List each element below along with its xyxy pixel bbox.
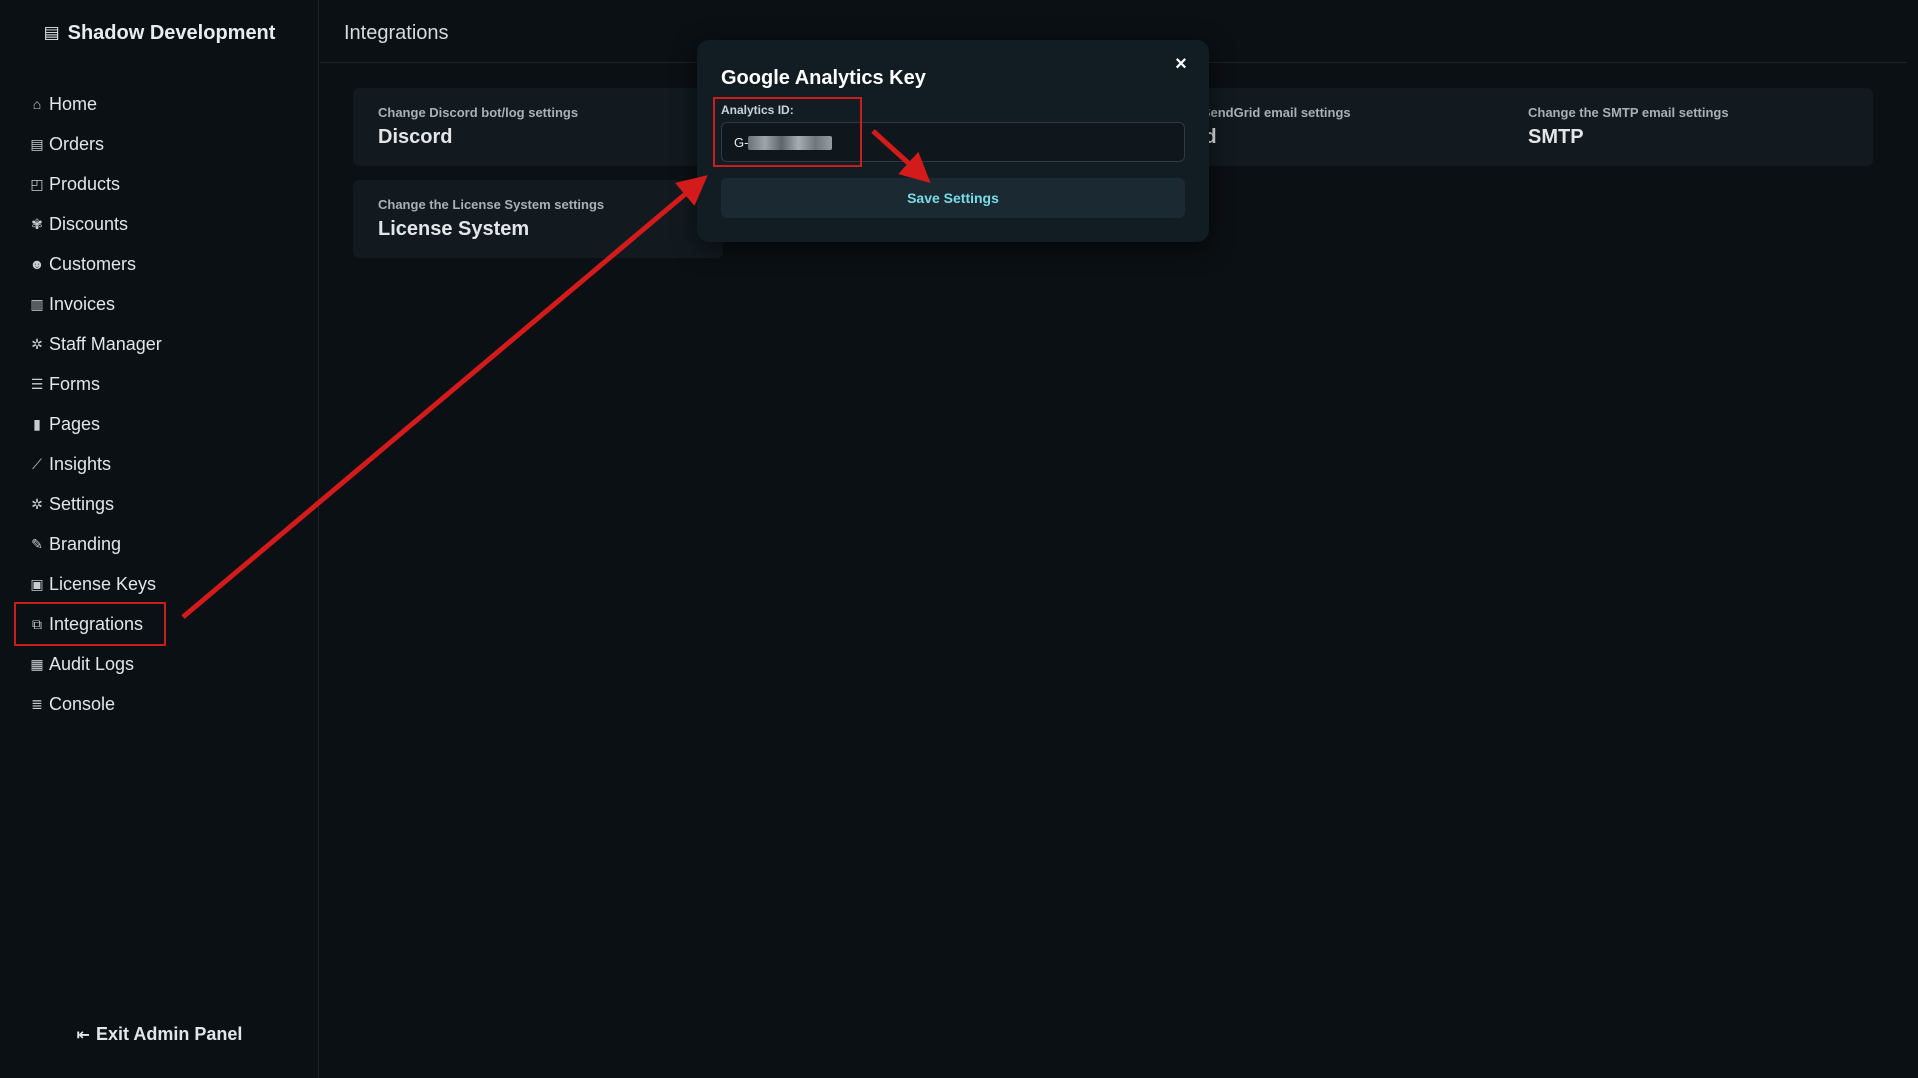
sidebar-item-branding[interactable]: ✎ Branding — [16, 524, 306, 564]
box-icon: ◰ — [30, 175, 44, 192]
id-card-icon: ▣ — [30, 575, 44, 592]
sidebar-item-home[interactable]: ⌂ Home — [16, 84, 306, 124]
form-icon: ☰ — [30, 375, 44, 392]
sidebar-item-orders[interactable]: ▤ Orders — [16, 124, 306, 164]
sidebar-item-settings[interactable]: ✲ Settings — [16, 484, 306, 524]
sidebar-item-label: Products — [49, 173, 121, 194]
sidebar-item-label: Pages — [49, 413, 101, 434]
page-icon: ▮ — [33, 415, 41, 432]
sidebar-item-forms[interactable]: ☰ Forms — [16, 364, 306, 404]
card-title: License System — [378, 218, 530, 240]
sidebar-item-label: Integrations — [49, 613, 144, 634]
store-icon: ▤ — [43, 23, 60, 42]
sidebar: ▤ Shadow Development ⌂ Home ▤ Orders ◰ Produ… — [0, 0, 319, 1078]
card-subtitle: Change Discord bot/log settings — [378, 105, 579, 120]
clipboard-icon: ▦ — [30, 655, 44, 672]
gear-icon: ✲ — [31, 495, 43, 512]
chart-line-icon: ⟋ — [32, 455, 42, 472]
card-title: Discord — [378, 126, 453, 148]
sidebar-item-label: Forms — [49, 373, 100, 394]
modal-title: Google Analytics Key — [721, 67, 926, 89]
annotation-highlight-box — [713, 97, 862, 167]
sidebar-item-invoices[interactable]: ▥ Invoices — [16, 284, 306, 324]
badge-icon: ✾ — [31, 215, 43, 232]
gear-icon: ✲ — [31, 335, 43, 352]
sidebar-item-staff-manager[interactable]: ✲ Staff Manager — [16, 324, 306, 364]
exit-label: Exit Admin Panel — [96, 1024, 243, 1044]
sidebar-item-label: Audit Logs — [49, 653, 135, 674]
card-subtitle: Change the SMTP email settings — [1528, 105, 1729, 120]
home-icon: ⌂ — [32, 96, 42, 112]
sidebar-item-label: Customers — [49, 253, 137, 274]
page-title: Integrations — [344, 22, 449, 44]
sidebar-item-label: Settings — [49, 493, 115, 514]
external-link-icon: ⧉ — [32, 615, 42, 632]
sidebar-item-label: Invoices — [49, 293, 116, 314]
sidebar-item-label: Home — [49, 93, 98, 114]
brand-name: Shadow Development — [67, 22, 276, 44]
integration-card-license-system[interactable]: Change the License System settings Licen… — [353, 180, 723, 258]
sidebar-item-license-keys[interactable]: ▣ License Keys — [16, 564, 306, 604]
users-icon: ☻ — [29, 256, 45, 272]
sidebar-item-audit-logs[interactable]: ▦ Audit Logs — [16, 644, 306, 684]
card-subtitle: e SendGrid email settings — [1191, 105, 1351, 120]
integration-card-discord[interactable]: Change Discord bot/log settings Discord — [353, 88, 723, 166]
sidebar-item-label: Orders — [49, 133, 105, 154]
sign-out-icon: ⇤ — [76, 1027, 91, 1044]
integration-card-smtp[interactable]: Change the SMTP email settings SMTP — [1503, 88, 1873, 166]
sidebar-item-insights[interactable]: ⟋ Insights — [16, 444, 306, 484]
sidebar-item-label: Insights — [49, 453, 112, 474]
sidebar-item-label: License Keys — [49, 573, 157, 594]
card-title: rid — [1191, 126, 1536, 149]
sidebar-item-label: Discounts — [49, 213, 129, 234]
close-icon[interactable]: × — [1171, 54, 1191, 74]
sidebar-item-integrations[interactable]: ⧉ Integrations — [14, 602, 166, 646]
sidebar-item-discounts[interactable]: ✾ Discounts — [16, 204, 306, 244]
save-settings-button[interactable]: Save Settings — [721, 178, 1185, 218]
brand[interactable]: ▤ Shadow Development — [0, 22, 319, 45]
sidebar-item-console[interactable]: ≣ Console — [16, 684, 306, 724]
admin-panel: ▤ Shadow Development ⌂ Home ▤ Orders ◰ Produ… — [0, 0, 1918, 1078]
sidebar-nav: ⌂ Home ▤ Orders ◰ Products ✾ Discounts ☻ Cust… — [14, 84, 306, 724]
server-icon: ≣ — [31, 695, 43, 712]
sidebar-item-label: Console — [49, 693, 116, 714]
sidebar-item-customers[interactable]: ☻ Customers — [16, 244, 306, 284]
sidebar-item-products[interactable]: ◰ Products — [16, 164, 306, 204]
sidebar-item-label: Staff Manager — [49, 333, 162, 354]
sidebar-item-pages[interactable]: ▮ Pages — [16, 404, 306, 444]
pen-icon: ✎ — [31, 535, 43, 552]
sidebar-item-label: Branding — [49, 533, 122, 554]
receipt-icon: ▤ — [30, 135, 44, 152]
card-subtitle: Change the License System settings — [378, 197, 605, 212]
card-title: SMTP — [1528, 126, 1584, 148]
exit-admin-panel-button[interactable]: ⇤ Exit Admin Panel — [0, 1024, 319, 1045]
file-invoice-icon: ▥ — [30, 295, 44, 312]
